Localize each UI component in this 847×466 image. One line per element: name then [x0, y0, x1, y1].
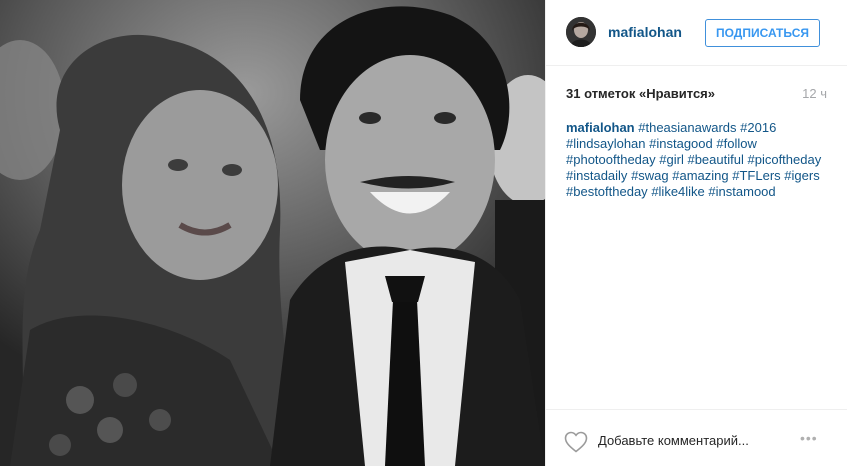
- hashtag-link[interactable]: #swag: [631, 168, 669, 183]
- hashtag-link[interactable]: #beautiful: [687, 152, 743, 167]
- ellipsis-icon[interactable]: •••: [800, 431, 826, 445]
- avatar-image: [566, 17, 596, 47]
- post-header: mafialohan ПОДПИСАТЬСЯ: [546, 0, 847, 66]
- post: mafialohan ПОДПИСАТЬСЯ 31 отметок «Нрави…: [0, 0, 847, 466]
- hashtag-link[interactable]: #instamood: [708, 184, 775, 199]
- caption-author-link[interactable]: mafialohan: [566, 120, 635, 135]
- hashtag-link[interactable]: #follow: [716, 136, 756, 151]
- heart-icon[interactable]: [564, 431, 588, 453]
- post-side-panel: mafialohan ПОДПИСАТЬСЯ 31 отметок «Нрави…: [545, 0, 847, 466]
- comment-input[interactable]: [598, 429, 798, 451]
- hashtag-link[interactable]: #bestoftheday: [566, 184, 648, 199]
- hashtag-link[interactable]: #TFLers: [732, 168, 780, 183]
- hashtag-link[interactable]: #lindsaylohan: [566, 136, 646, 151]
- hashtag-link[interactable]: #like4like: [651, 184, 704, 199]
- hashtag-link[interactable]: #girl: [659, 152, 684, 167]
- likes-count[interactable]: 31 отметок «Нравится»: [566, 86, 715, 101]
- post-time[interactable]: 12 ч: [802, 86, 827, 101]
- hashtag-link[interactable]: #amazing: [672, 168, 728, 183]
- hashtag-link[interactable]: #instadaily: [566, 168, 627, 183]
- hashtag-link[interactable]: #instagood: [649, 136, 713, 151]
- hashtag-link[interactable]: #theasianawards: [638, 120, 736, 135]
- likes-row: 31 отметок «Нравится» 12 ч: [566, 86, 827, 104]
- hashtag-link[interactable]: #2016: [740, 120, 776, 135]
- photo-illustration: [0, 0, 545, 466]
- avatar[interactable]: [566, 17, 596, 47]
- follow-button[interactable]: ПОДПИСАТЬСЯ: [705, 19, 820, 47]
- hashtag-link[interactable]: #picoftheday: [747, 152, 821, 167]
- post-photo[interactable]: [0, 0, 545, 466]
- comment-bar: •••: [546, 409, 847, 466]
- hashtag-link[interactable]: #photooftheday: [566, 152, 656, 167]
- caption: mafialohan #theasianawards #2016 #lindsa…: [566, 120, 828, 200]
- hashtag-link[interactable]: #igers: [784, 168, 819, 183]
- username-link[interactable]: mafialohan: [608, 24, 682, 40]
